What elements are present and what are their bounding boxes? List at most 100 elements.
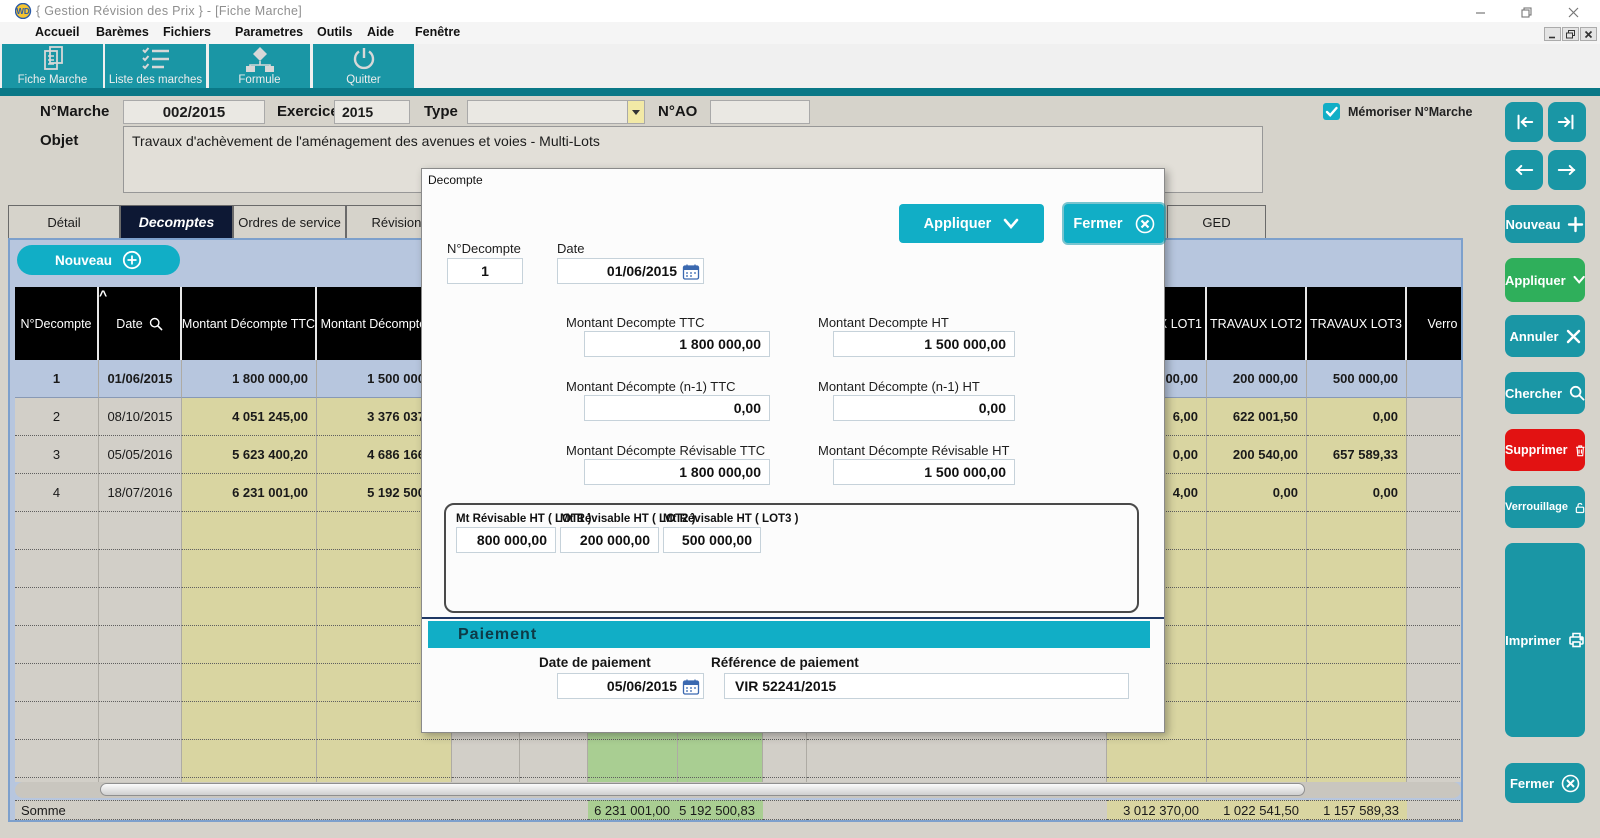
menu-item-aide[interactable]: Aide [367,25,394,39]
column-header-travaux-lot3[interactable]: TRAVAUX LOT3 [1307,287,1407,360]
mt-rev-ht-field[interactable]: 1 500 000,00 [833,459,1015,485]
tab-ordres-de-service[interactable]: Ordres de service [233,205,346,238]
tab-d-tail[interactable]: Détail [8,205,120,238]
search-icon[interactable] [149,317,163,331]
sidebar-annuler-button[interactable]: Annuler [1505,315,1585,357]
window-minimize-icon[interactable] [1467,5,1493,19]
sidebar-nouveau-button[interactable]: Nouveau [1505,205,1585,243]
table-cell[interactable]: 3 [15,436,99,474]
calendar-icon[interactable] [682,263,700,281]
mdi-restore-icon[interactable] [1562,27,1579,41]
objet-label: Objet [40,132,78,149]
type-select[interactable] [467,100,645,124]
sidebar-verrouillage-button[interactable]: Verrouillage [1505,486,1585,528]
tab-decomptes[interactable]: Decomptes [120,205,233,238]
first-record-button[interactable] [1505,102,1543,142]
menu-item-bar-mes[interactable]: Barèmes [96,25,149,39]
table-cell [1207,588,1307,626]
table-cell[interactable]: 657 589,33 [1307,436,1407,474]
mt-rev-ttc-field[interactable]: 1 800 000,00 [584,459,770,485]
exercice-field[interactable]: 2015 [334,100,410,124]
window-restore-icon[interactable] [1513,5,1539,19]
table-cell [99,588,182,626]
table-cell[interactable]: 200 540,00 [1207,436,1307,474]
dialog-n-decompte-field[interactable]: 1 [447,258,523,284]
table-cell[interactable]: 4 051 245,00 [182,398,317,436]
table-cell[interactable]: 5 623 400,20 [182,436,317,474]
lot3-label: Mt Révisable HT ( LOT3 ) [663,513,798,525]
horizontal-scrollbar-thumb[interactable] [100,783,1305,796]
next-record-button[interactable] [1548,150,1586,190]
calendar-icon[interactable] [682,678,700,696]
column-header-n-decompte[interactable]: N°Decompte [15,287,99,360]
table-cell[interactable]: 622 001,50 [1207,398,1307,436]
sidebar-chercher-button[interactable]: Chercher [1505,372,1585,414]
previous-record-button[interactable] [1505,150,1543,190]
sidebar-fermer-button[interactable]: Fermer [1505,763,1585,803]
table-cell[interactable]: 200 000,00 [1207,360,1307,398]
table-cell [99,512,182,550]
lot1-field[interactable]: 800 000,00 [456,527,556,553]
table-cell[interactable]: 05/05/2016 [99,436,182,474]
date-paiement-field[interactable]: 05/06/2015 [557,673,704,699]
table-cell[interactable] [1407,474,1463,512]
dialog-appliquer-button[interactable]: Appliquer [899,204,1044,243]
quitter-button[interactable]: Quitter [313,44,414,88]
table-cell[interactable]: 0,00 [1307,398,1407,436]
table-cell[interactable] [1407,360,1463,398]
ref-paiement-field[interactable]: VIR 52241/2015 [724,673,1129,699]
last-record-button[interactable] [1548,102,1586,142]
tab-ged[interactable]: GED [1167,205,1266,238]
table-cell[interactable]: 2 [15,398,99,436]
menu-item-fichiers[interactable]: Fichiers [163,25,211,39]
column-header-date[interactable]: Date [99,287,182,360]
table-cell [182,626,317,664]
table-cell[interactable]: 0,00 [1207,474,1307,512]
table-cell[interactable]: 08/10/2015 [99,398,182,436]
fiche-marche-button[interactable]: Fiche Marche [2,44,103,88]
table-cell[interactable]: 1 [15,360,99,398]
memoriser-checkbox[interactable] [1323,103,1340,120]
sidebar-supprimer-button[interactable]: Supprimer [1505,429,1585,471]
chevron-down-icon[interactable] [627,101,644,123]
table-cell[interactable]: 4 [15,474,99,512]
n-ao-field[interactable] [710,100,810,124]
sidebar-imprimer-button[interactable]: Imprimer [1505,543,1585,737]
mdi-close-icon[interactable] [1580,27,1597,41]
dialog-date-field[interactable]: 01/06/2015 [557,258,704,284]
menu-item-fen-tre[interactable]: Fenêtre [415,25,460,39]
table-cell[interactable] [1407,436,1463,474]
lot3-field[interactable]: 500 000,00 [663,527,761,553]
mt-ht-field[interactable]: 1 500 000,00 [833,331,1015,357]
column-header-verro[interactable]: Verro [1407,287,1463,360]
button-label: Imprimer [1505,633,1561,648]
n-marche-field[interactable]: 002/2015 [123,100,265,124]
liste-des-marches-button[interactable]: Liste des marches [105,44,206,88]
button-label: Fermer [1073,216,1122,232]
table-cell [588,740,678,778]
lot2-field[interactable]: 200 000,00 [560,527,659,553]
window-close-icon[interactable] [1560,5,1586,19]
table-cell[interactable]: 0,00 [1307,474,1407,512]
mt-ttc-field[interactable]: 1 800 000,00 [584,331,770,357]
mt-n1-ht-field[interactable]: 0,00 [833,395,1015,421]
menu-item-parametres[interactable]: Parametres [235,25,303,39]
power-icon [350,45,378,73]
formule-button[interactable]: Formule [209,44,310,88]
table-cell[interactable] [1407,398,1463,436]
menu-item-accueil[interactable]: Accueil [35,25,79,39]
menu-item-outils[interactable]: Outils [317,25,352,39]
table-nouveau-button[interactable]: Nouveau [17,245,180,275]
table-cell[interactable]: 1 800 000,00 [182,360,317,398]
somme-cell [452,800,520,820]
mdi-minimize-icon[interactable] [1544,27,1561,41]
table-cell[interactable]: 01/06/2015 [99,360,182,398]
mt-n1-ttc-field[interactable]: 0,00 [584,395,770,421]
sidebar-appliquer-button[interactable]: Appliquer [1505,258,1585,302]
table-cell[interactable]: 500 000,00 [1307,360,1407,398]
table-cell[interactable]: 18/07/2016 [99,474,182,512]
column-header-travaux-lot2[interactable]: TRAVAUX LOT2 [1207,287,1307,360]
table-cell[interactable]: 6 231 001,00 [182,474,317,512]
dialog-fermer-button[interactable]: Fermer [1064,204,1164,243]
column-header-montant-d-compte-ttc[interactable]: Montant Décompte TTC [182,287,317,360]
